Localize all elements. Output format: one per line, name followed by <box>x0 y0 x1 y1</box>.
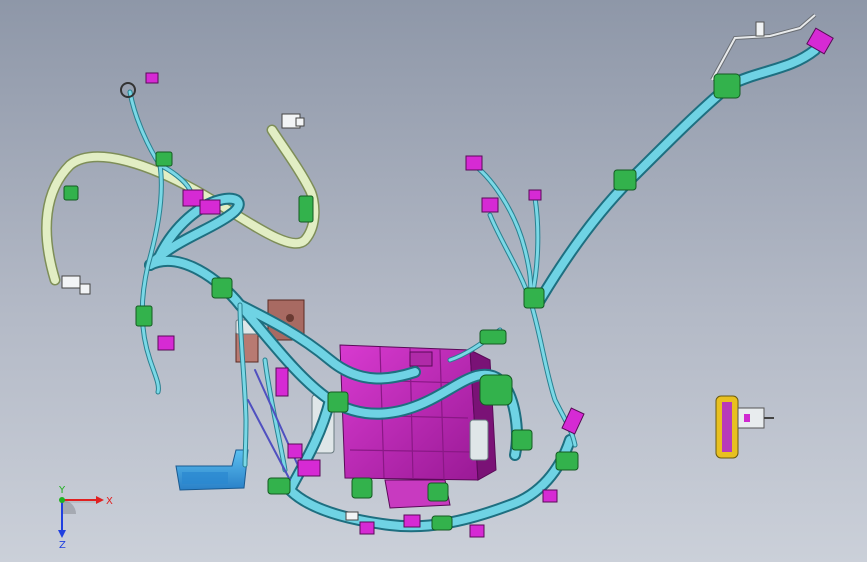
harness-clip[interactable] <box>479 374 513 406</box>
connector-plug[interactable] <box>403 514 421 528</box>
y-axis-label: Y <box>58 485 66 496</box>
harness-clip[interactable] <box>555 451 579 471</box>
harness-clip[interactable] <box>613 169 637 191</box>
harness-clip[interactable] <box>63 185 79 201</box>
mounting-bracket[interactable] <box>175 449 249 491</box>
harness-clip[interactable] <box>351 477 373 499</box>
fuse-connector[interactable] <box>715 395 774 459</box>
harness-clip[interactable] <box>135 305 153 327</box>
connector-plug[interactable] <box>359 521 375 535</box>
y-axis-dot-icon <box>59 497 65 503</box>
harness-clip[interactable] <box>211 277 233 299</box>
harness-clip[interactable] <box>327 391 349 413</box>
harness-clip[interactable] <box>431 515 453 531</box>
connector-plug[interactable] <box>199 199 221 215</box>
sensor-terminal[interactable] <box>61 275 81 289</box>
sensor-terminal[interactable] <box>79 283 91 295</box>
harness-clip[interactable] <box>713 73 741 99</box>
harness-clip[interactable] <box>479 329 507 345</box>
harness-clip[interactable] <box>523 287 545 309</box>
x-axis-arrowhead-icon <box>96 496 104 504</box>
z-axis-arrowhead-icon <box>58 530 66 538</box>
harness-clip[interactable] <box>155 151 173 167</box>
connector-plug[interactable] <box>275 367 289 397</box>
connector-plug[interactable] <box>481 197 499 213</box>
harness-3d-model[interactable] <box>0 0 867 562</box>
harness-clip[interactable] <box>511 429 533 451</box>
connector-plug[interactable] <box>287 443 303 459</box>
sensor-terminal[interactable] <box>120 82 136 98</box>
z-axis-label: Z <box>59 540 66 550</box>
sensor-terminal[interactable] <box>295 117 305 127</box>
harness-clip[interactable] <box>298 195 314 223</box>
harness-clip[interactable] <box>267 477 291 495</box>
connector-plug[interactable] <box>145 72 159 84</box>
x-axis-label: X <box>106 496 113 507</box>
harness-clip[interactable] <box>427 482 449 502</box>
connector-plug[interactable] <box>561 407 585 435</box>
connector-plug[interactable] <box>465 155 483 171</box>
connector-plug[interactable] <box>542 489 558 503</box>
connector-plug[interactable] <box>297 459 321 477</box>
connector-plug[interactable] <box>528 189 542 201</box>
cad-viewport[interactable]: X Y Z <box>0 0 867 562</box>
sensor-terminal[interactable] <box>345 511 359 521</box>
connector-plug[interactable] <box>157 335 175 351</box>
connector-plug[interactable] <box>469 524 485 538</box>
orientation-triad[interactable]: X Y Z <box>40 480 120 550</box>
